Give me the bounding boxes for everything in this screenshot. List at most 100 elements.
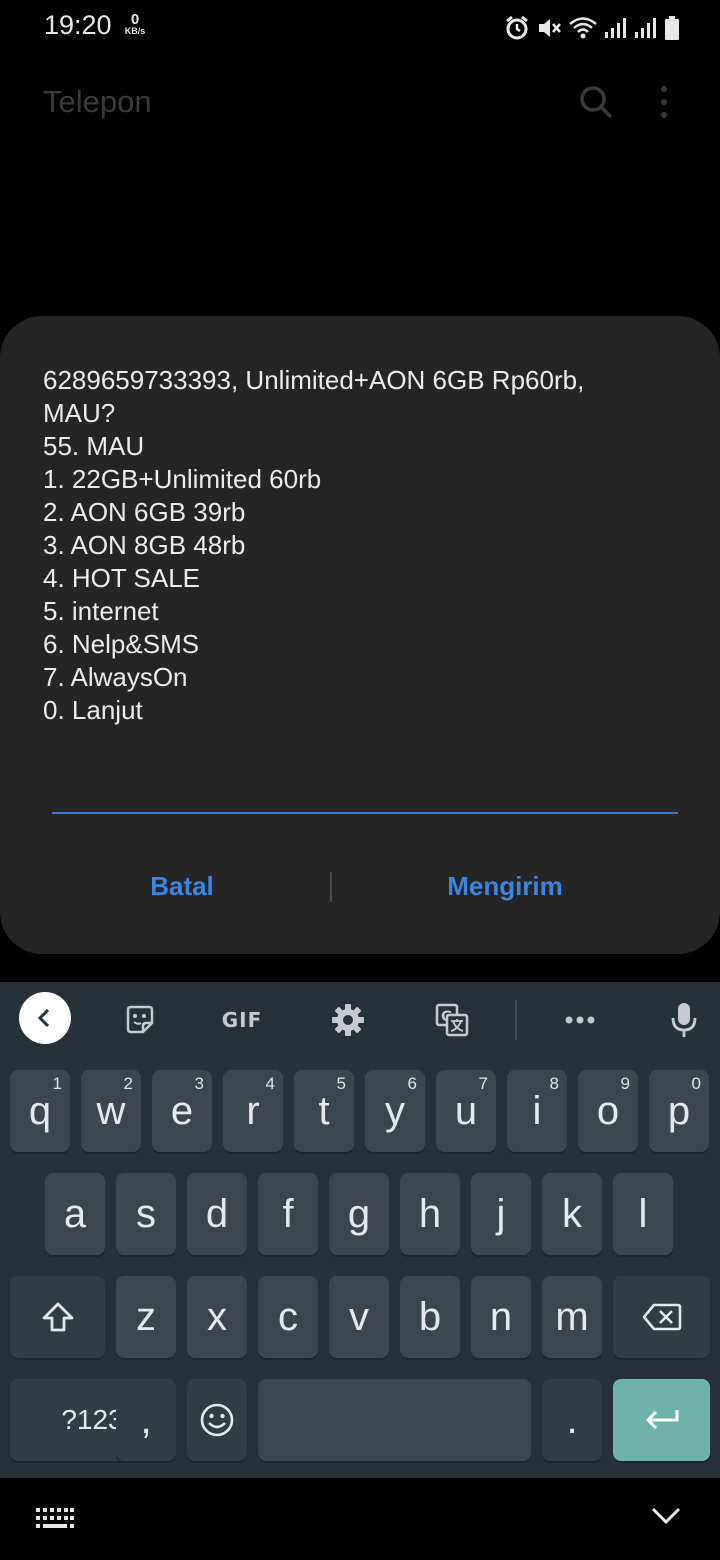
- reply-input[interactable]: [52, 772, 678, 814]
- mic-icon: [671, 1003, 697, 1037]
- key-b[interactable]: b: [400, 1276, 460, 1358]
- key-label: t: [318, 1088, 330, 1133]
- gif-button[interactable]: GIF: [212, 996, 272, 1044]
- key-t[interactable]: t 5: [294, 1070, 354, 1152]
- key-hint: 2: [123, 1074, 133, 1093]
- key-label: m: [555, 1294, 589, 1339]
- key-p[interactable]: p 0: [649, 1070, 709, 1152]
- network-speed: 0 KB/s: [120, 12, 150, 36]
- key-label: v: [349, 1294, 369, 1339]
- more-button[interactable]: [556, 996, 604, 1044]
- network-speed-unit: KB/s: [124, 26, 146, 36]
- wifi-icon: [569, 17, 597, 39]
- key-j[interactable]: j: [471, 1173, 531, 1255]
- sticker-button[interactable]: [116, 996, 164, 1044]
- settings-icon: [332, 1004, 364, 1036]
- key-f[interactable]: f: [258, 1173, 318, 1255]
- key-m[interactable]: m: [542, 1276, 602, 1358]
- status-icons: [504, 14, 680, 42]
- ussd-dialog: 6289659733393, Unlimited+AON 6GB Rp60rb,…: [0, 316, 720, 954]
- key-g[interactable]: g: [329, 1173, 389, 1255]
- key-label: p: [667, 1088, 691, 1133]
- key-a[interactable]: a: [45, 1173, 105, 1255]
- navigation-bar: [0, 1478, 720, 1560]
- status-time: 19:20: [44, 10, 112, 40]
- key-label: n: [489, 1294, 513, 1339]
- key-z[interactable]: z: [116, 1276, 176, 1358]
- space-key[interactable]: [258, 1379, 531, 1461]
- key-u[interactable]: u 7: [436, 1070, 496, 1152]
- key-v[interactable]: v: [329, 1276, 389, 1358]
- toolbar-back[interactable]: [18, 992, 72, 1044]
- search-icon[interactable]: [578, 84, 614, 120]
- key-label: f: [282, 1191, 294, 1236]
- key-label: l: [638, 1191, 648, 1236]
- key-label: s: [136, 1191, 156, 1236]
- enter-key[interactable]: [613, 1379, 710, 1461]
- key-n[interactable]: n: [471, 1276, 531, 1358]
- keyboard-toolbar: GIF G: [0, 982, 720, 1058]
- key-x[interactable]: x: [187, 1276, 247, 1358]
- keyboard: GIF G: [0, 982, 720, 1478]
- translate-button[interactable]: G: [428, 996, 476, 1044]
- status-bar: 19:20 0 KB/s: [0, 0, 720, 56]
- key-q[interactable]: q 1: [10, 1070, 70, 1152]
- key-i[interactable]: i 8: [507, 1070, 567, 1152]
- key-label: c: [278, 1294, 298, 1339]
- key-hint: 4: [265, 1074, 275, 1093]
- send-button[interactable]: Mengirim: [330, 856, 680, 916]
- key-label: ?123: [61, 1404, 124, 1435]
- key-label: a: [63, 1191, 87, 1236]
- key-c[interactable]: c: [258, 1276, 318, 1358]
- voice-button[interactable]: [660, 996, 708, 1044]
- comma-key[interactable]: ,: [116, 1379, 176, 1461]
- emoji-icon: [200, 1403, 234, 1437]
- key-hint: 3: [194, 1074, 204, 1093]
- mute-icon: [539, 19, 561, 37]
- key-hint: 9: [620, 1074, 630, 1093]
- key-label: i: [532, 1088, 542, 1133]
- gif-icon: GIF: [221, 1008, 263, 1032]
- key-l[interactable]: l: [613, 1173, 673, 1255]
- hide-keyboard-icon[interactable]: [650, 1506, 682, 1526]
- backspace-icon: [642, 1303, 681, 1331]
- more-horiz-icon: [565, 1016, 595, 1024]
- settings-button[interactable]: [324, 996, 372, 1044]
- key-hint: 7: [478, 1074, 488, 1093]
- signal-icon: [635, 18, 656, 38]
- more-vert-icon[interactable]: [652, 84, 676, 120]
- key-r[interactable]: r 4: [223, 1070, 283, 1152]
- key-h[interactable]: h: [400, 1173, 460, 1255]
- key-label: ,: [140, 1397, 152, 1442]
- app-title: Telepon: [43, 84, 152, 119]
- key-label: z: [136, 1294, 156, 1339]
- toolbar-divider: [515, 1000, 517, 1040]
- key-label: e: [170, 1088, 194, 1133]
- key-label: .: [566, 1397, 578, 1442]
- key-label: h: [418, 1191, 442, 1236]
- key-y[interactable]: y 6: [365, 1070, 425, 1152]
- key-o[interactable]: o 9: [578, 1070, 638, 1152]
- emoji-key[interactable]: [187, 1379, 247, 1461]
- key-label: x: [207, 1294, 227, 1339]
- alarm-icon: [506, 15, 528, 40]
- key-k[interactable]: k: [542, 1173, 602, 1255]
- backspace-key[interactable]: [613, 1276, 710, 1358]
- key-hint: 5: [336, 1074, 346, 1093]
- key-d[interactable]: d: [187, 1173, 247, 1255]
- keyboard-switch-icon[interactable]: [36, 1508, 74, 1530]
- shift-key[interactable]: [10, 1276, 105, 1358]
- key-e[interactable]: e 3: [152, 1070, 212, 1152]
- key-w[interactable]: w 2: [81, 1070, 141, 1152]
- cancel-button[interactable]: Batal: [0, 856, 330, 916]
- key-label: q: [28, 1088, 52, 1133]
- battery-icon: [665, 16, 679, 40]
- network-speed-value: 0: [130, 11, 140, 28]
- key-label: d: [205, 1191, 229, 1236]
- signal-icon: [605, 18, 626, 38]
- key-s[interactable]: s: [116, 1173, 176, 1255]
- back-arrow-icon: [37, 1008, 50, 1028]
- sticker-icon: [126, 1005, 154, 1034]
- period-key[interactable]: .: [542, 1379, 602, 1461]
- key-label: r: [246, 1088, 260, 1133]
